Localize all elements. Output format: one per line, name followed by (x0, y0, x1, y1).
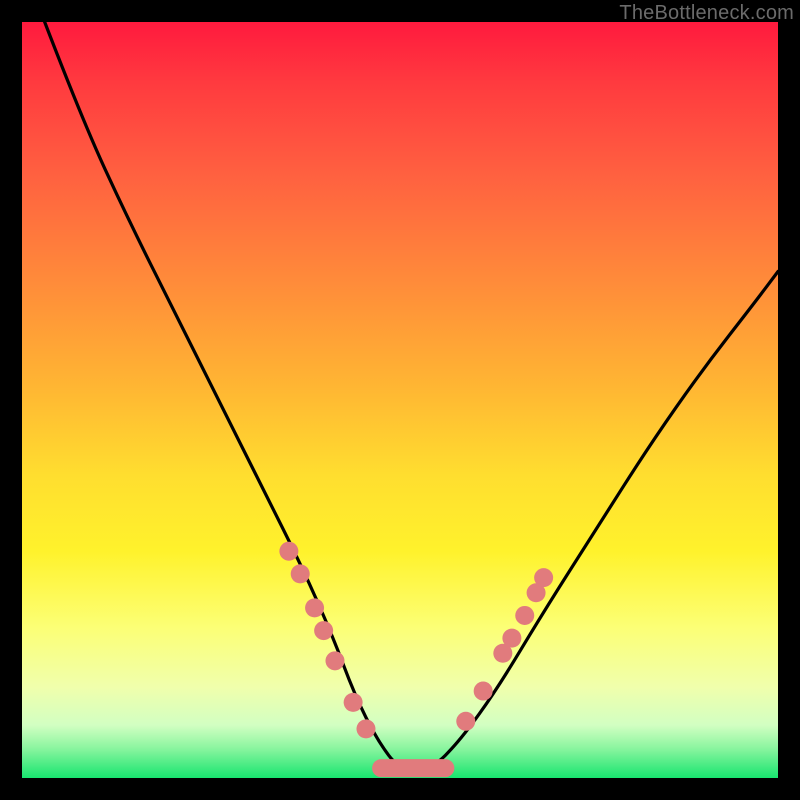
curve-layer (22, 22, 778, 778)
bead-marker (305, 598, 324, 617)
bead-marker (279, 542, 298, 561)
bead-marker (456, 712, 475, 731)
plot-area (22, 22, 778, 778)
chart-frame: TheBottleneck.com (0, 0, 800, 800)
bead-marker (314, 621, 333, 640)
bead-marker (291, 564, 310, 583)
bead-marker (515, 606, 534, 625)
bead-marker (325, 651, 344, 670)
bead-marker (534, 568, 553, 587)
bead-marker (502, 629, 521, 648)
beads-right-group (456, 568, 553, 731)
watermark-text: TheBottleneck.com (619, 2, 794, 25)
bead-marker (474, 682, 493, 701)
bead-marker (344, 693, 363, 712)
bead-marker (356, 719, 375, 738)
bottleneck-curve (45, 22, 778, 770)
